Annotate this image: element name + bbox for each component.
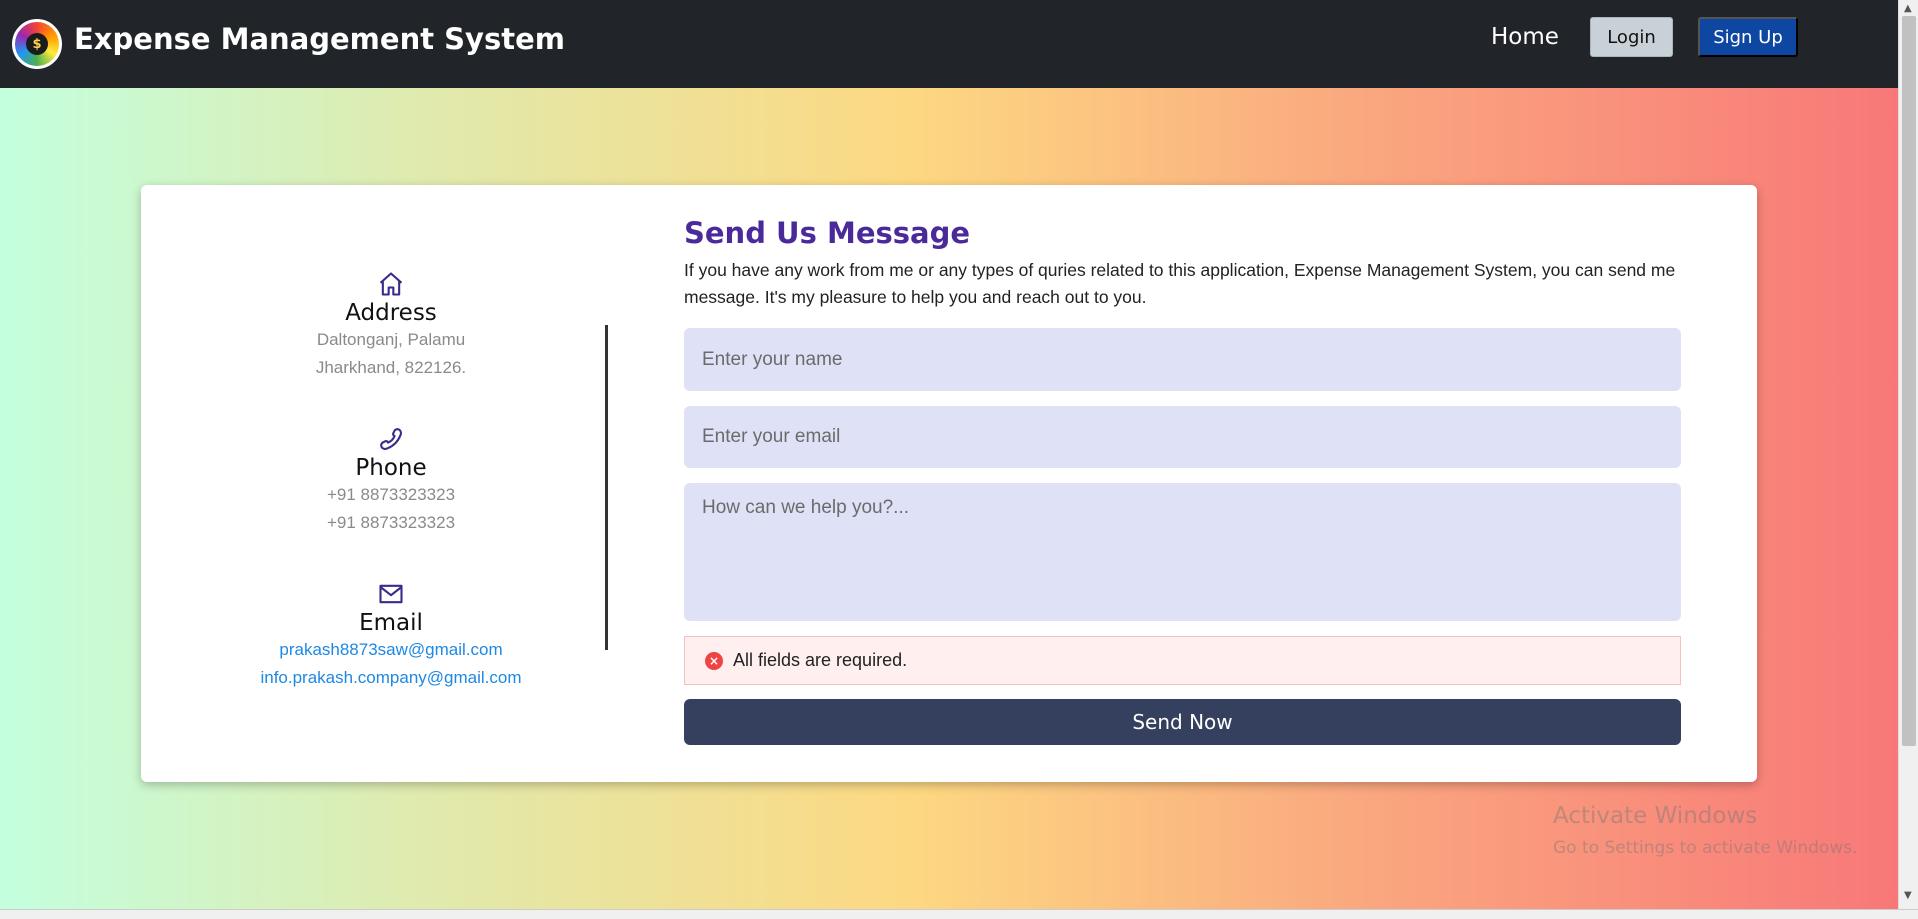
email-input[interactable] [684, 406, 1681, 468]
scrollbar-thumb[interactable] [1902, 16, 1916, 746]
nav-home-link[interactable]: Home [1491, 24, 1559, 50]
phone-line-2: +91 8873323323 [326, 513, 456, 532]
address-line-2: Jharkhand, 822126. [315, 358, 467, 377]
name-input[interactable] [684, 328, 1681, 391]
phone-block: Phone +91 8873323323 +91 8873323323 [191, 425, 591, 537]
form-description: If you have any work from me or any type… [684, 260, 1676, 307]
message-textarea[interactable] [684, 483, 1681, 621]
home-icon [379, 272, 403, 296]
address-block: Address Daltonganj, Palamu Jharkhand, 82… [191, 270, 591, 382]
mail-icon [379, 584, 403, 604]
form-title: Send Us Message [684, 216, 971, 250]
scroll-down-arrow-icon[interactable]: ▼ [1904, 890, 1912, 901]
phone-icon [380, 428, 402, 450]
taskbar-strip [0, 909, 1918, 919]
login-button[interactable]: Login [1590, 17, 1673, 57]
scroll-up-arrow-icon[interactable]: ▲ [1904, 3, 1912, 14]
address-line-1: Daltonganj, Palamu [316, 330, 466, 349]
vertical-divider [605, 325, 608, 650]
vertical-scrollbar[interactable]: ▲ ▼ [1898, 0, 1918, 909]
brand-title[interactable]: Expense Management System [74, 22, 565, 56]
error-x-icon: × [705, 651, 723, 670]
error-alert: × All fields are required. [684, 636, 1681, 685]
address-title: Address [345, 300, 437, 326]
phone-title: Phone [355, 455, 427, 481]
app-logo-icon[interactable]: $ [12, 19, 62, 69]
email-link-1[interactable]: prakash8873saw@gmail.com [191, 636, 591, 664]
email-link-2[interactable]: info.prakash.company@gmail.com [191, 664, 591, 692]
email-block: Email prakash8873saw@gmail.com info.prak… [191, 580, 591, 692]
logo-dollar-glyph: $ [26, 33, 48, 55]
phone-line-1: +91 8873323323 [326, 485, 456, 504]
email-title: Email [359, 610, 423, 636]
signup-button[interactable]: Sign Up [1698, 17, 1798, 57]
send-now-button[interactable]: Send Now [684, 699, 1681, 745]
windows-watermark-title: Activate Windows [1553, 803, 1758, 829]
navbar: $ Expense Management System Home Login S… [0, 0, 1898, 88]
error-message: All fields are required. [733, 650, 908, 670]
windows-watermark-subtitle: Go to Settings to activate Windows. [1553, 838, 1858, 858]
